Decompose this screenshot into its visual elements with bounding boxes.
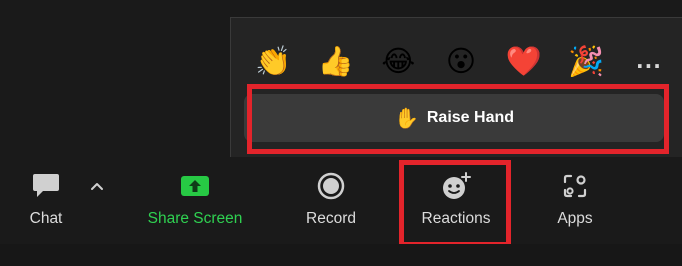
chat-bubble-icon — [31, 168, 61, 204]
clapping-hands-icon[interactable]: 👏 — [251, 39, 295, 83]
share-screen-button[interactable]: Share Screen — [130, 168, 260, 242]
more-reactions-button[interactable]: ... — [627, 39, 671, 83]
raised-hand-icon: ✋ — [393, 106, 419, 130]
raise-hand-label: Raise Hand — [426, 109, 515, 126]
record-label: Record — [306, 210, 356, 227]
record-icon — [316, 168, 346, 204]
chat-button[interactable]: Chat — [10, 168, 82, 242]
tears-of-joy-icon[interactable]: 😂 — [376, 39, 420, 83]
reactions-label: Reactions — [421, 210, 491, 227]
chat-label: Chat — [29, 210, 63, 227]
emoji-reaction-row: 👏 👍 😂 😮 ❤️ 🎉 ... — [251, 36, 671, 86]
share-screen-icon — [178, 168, 212, 204]
reactions-button[interactable]: Reactions — [405, 168, 507, 242]
bottom-band — [0, 244, 682, 266]
apps-icon — [561, 168, 589, 204]
red-heart-icon[interactable]: ❤️ — [502, 39, 546, 83]
chevron-up-icon[interactable] — [86, 176, 108, 196]
apps-button[interactable]: Apps — [540, 168, 610, 242]
apps-label: Apps — [557, 210, 593, 227]
open-mouth-icon[interactable]: 😮 — [439, 39, 483, 83]
party-popper-icon[interactable]: 🎉 — [564, 39, 608, 83]
smiley-add-icon — [439, 168, 473, 204]
raise-hand-button[interactable]: ✋ Raise Hand — [244, 94, 664, 142]
record-button[interactable]: Record — [286, 168, 376, 242]
share-screen-label: Share Screen — [147, 210, 243, 227]
thumbs-up-icon[interactable]: 👍 — [314, 39, 358, 83]
